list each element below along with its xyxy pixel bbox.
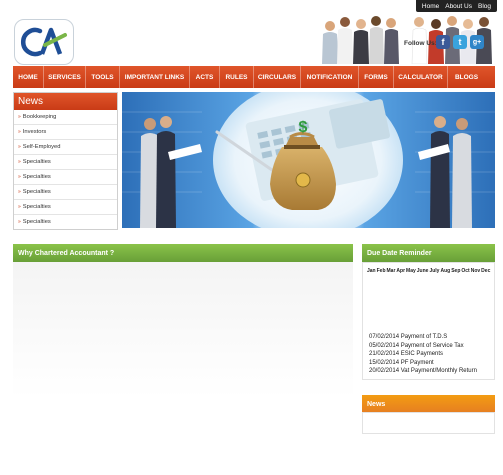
news-item-specialties[interactable]: » Specialties	[14, 185, 117, 200]
news-item-label: Specialties	[22, 174, 51, 180]
nav-notification[interactable]: NOTIFICATION	[301, 66, 359, 88]
nav-forms[interactable]: FORMS	[359, 66, 394, 88]
hero-banner: $	[122, 92, 495, 228]
news-item-label: Self-Employed	[22, 144, 61, 150]
bullet-arrow-icon: »	[18, 114, 21, 120]
due-date-body: Jan Feb Mar Apr May June July Aug Sep Oc…	[362, 262, 495, 380]
due-date-header: Due Date Reminder	[362, 244, 495, 262]
news-item-label: Specialties	[22, 159, 51, 165]
news-item-specialties[interactable]: » Specialties	[14, 170, 117, 185]
news-item-label: Specialties	[22, 204, 51, 210]
bullet-arrow-icon: »	[18, 189, 21, 195]
follow-us-label: Follow Us:	[404, 40, 437, 47]
top-link-about-us[interactable]: About Us	[442, 3, 475, 10]
month-tab[interactable]: Feb	[377, 268, 386, 274]
news-section-title: News	[367, 400, 386, 408]
nav-tools[interactable]: TOOLS	[86, 66, 120, 88]
why-section-header: Why Chartered Accountant ?	[13, 244, 353, 262]
bullet-arrow-icon: »	[18, 204, 21, 210]
bullet-arrow-icon: »	[18, 159, 21, 165]
due-date-entry: 05/02/2014 Payment of Service Tax	[369, 342, 464, 349]
news-item-self-employed[interactable]: » Self-Employed	[14, 140, 117, 155]
bullet-arrow-icon: »	[18, 174, 21, 180]
month-tab[interactable]: Oct	[461, 268, 469, 274]
news-item-specialties[interactable]: » Specialties	[14, 215, 117, 229]
nav-blogs[interactable]: BLOGS	[448, 66, 485, 88]
why-section-body	[13, 262, 353, 432]
top-link-blog[interactable]: Blog	[475, 3, 494, 10]
news-sidebar-title: News	[14, 93, 117, 110]
nav-rules[interactable]: RULES	[220, 66, 254, 88]
month-tabs: Jan Feb Mar Apr May June July Aug Sep Oc…	[367, 268, 490, 274]
bullet-arrow-icon: »	[18, 219, 21, 225]
month-tab[interactable]: May	[406, 268, 416, 274]
month-tab[interactable]: July	[429, 268, 439, 274]
news-sidebar: News » Bookkeeping » Investors » Self-Emplo…	[13, 92, 118, 230]
news-item-label: Bookkeeping	[22, 114, 57, 120]
ca-logo-icon	[21, 27, 67, 57]
month-tab[interactable]: Dec	[481, 268, 490, 274]
nav-acts[interactable]: ACTS	[190, 66, 220, 88]
bullet-arrow-icon: »	[18, 144, 21, 150]
month-tab[interactable]: Nov	[471, 268, 480, 274]
news-section-header: News	[362, 395, 495, 413]
facebook-icon[interactable]: f	[436, 35, 450, 49]
news-section-body	[362, 412, 495, 434]
news-item-bookkeeping[interactable]: » Bookkeeping	[14, 110, 117, 125]
nav-services[interactable]: SERVICES	[44, 66, 86, 88]
nav-calculator[interactable]: CALCULATOR	[394, 66, 448, 88]
nav-home[interactable]: HOME	[13, 66, 44, 88]
news-item-label: Specialties	[22, 219, 51, 225]
svg-text:$: $	[299, 119, 308, 136]
due-date-entry: 21/02/2014 ESIC Payments	[369, 351, 444, 357]
due-date-entry: 15/02/2014 PF Payment	[369, 359, 434, 366]
month-tab[interactable]: Mar	[387, 268, 396, 274]
month-tab[interactable]: Jan	[367, 268, 376, 274]
month-tab[interactable]: Sep	[451, 268, 460, 274]
news-item-investors[interactable]: » Investors	[14, 125, 117, 140]
why-section-title: Why Chartered Accountant ?	[18, 249, 115, 257]
due-date-title: Due Date Reminder	[367, 249, 432, 257]
month-tab[interactable]: June	[417, 268, 429, 274]
bullet-arrow-icon: »	[18, 129, 21, 135]
month-tab[interactable]: Aug	[440, 268, 450, 274]
nav-important-links[interactable]: IMPORTANT LINKS	[120, 66, 190, 88]
googleplus-icon[interactable]: g+	[470, 35, 484, 49]
site-logo[interactable]	[14, 19, 74, 65]
top-link-home[interactable]: Home	[419, 3, 442, 10]
due-date-entry: 07/02/2014 Payment of T.D.S	[369, 334, 448, 340]
news-item-label: Investors	[22, 129, 47, 135]
due-date-list: 07/02/2014 Payment of T.D.S 05/02/2014 P…	[369, 333, 477, 376]
main-nav: HOME SERVICES TOOLS IMPORTANT LINKS ACTS…	[13, 66, 495, 88]
news-item-specialties[interactable]: » Specialties	[14, 200, 117, 215]
nav-circulars[interactable]: CIRCULARS	[254, 66, 301, 88]
news-item-label: Specialties	[22, 189, 51, 195]
top-links: Home About Us Blog	[415, 0, 497, 12]
twitter-icon[interactable]: t	[453, 35, 467, 49]
month-tab[interactable]: Apr	[396, 268, 405, 274]
news-item-specialties[interactable]: » Specialties	[14, 155, 117, 170]
due-date-entry: 20/02/2014 Vat Payment/Monthly Return	[369, 368, 477, 374]
